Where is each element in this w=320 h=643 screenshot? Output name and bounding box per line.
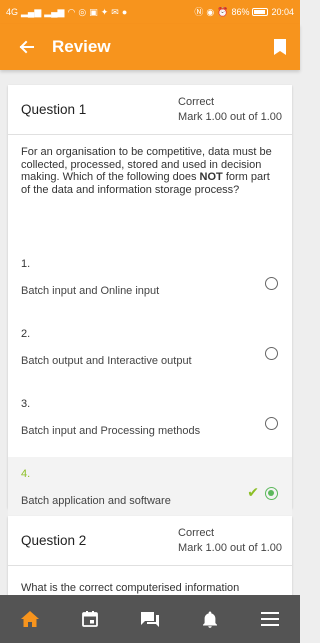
notifications-icon <box>203 611 217 628</box>
messages-icon <box>141 612 159 627</box>
question-text-bold: NOT <box>199 171 223 183</box>
radio-selected-icon[interactable] <box>265 487 278 500</box>
battery-icon <box>252 8 269 16</box>
app-bar: Review <box>0 24 300 70</box>
signal-bars-icon: ▂▄▆ <box>21 6 42 17</box>
signal-bars-2-icon: ▂▄▆ <box>44 6 65 17</box>
answer-number: 3. <box>21 398 31 410</box>
menu-icon <box>261 612 279 626</box>
question-meta: Correct Mark 1.00 out of 1.00 <box>178 95 282 125</box>
answer-number: 4. <box>21 468 31 480</box>
checkmark-icon: ✔ <box>247 484 259 500</box>
nav-menu[interactable] <box>240 595 300 643</box>
eye-icon: ◉ <box>206 6 215 17</box>
page-title: Review <box>52 37 111 56</box>
question-header: Question 1 Correct Mark 1.00 out of 1.00 <box>8 85 292 135</box>
twitter-icon: ✦ <box>100 6 109 17</box>
answer-number: 2. <box>21 328 31 340</box>
answer-label: Batch input and Processing methods <box>21 425 201 437</box>
signal-icon: 4G <box>6 6 19 17</box>
nav-notifications[interactable] <box>180 595 240 643</box>
review-content[interactable]: Question 1 Correct Mark 1.00 out of 1.00… <box>0 70 300 595</box>
back-arrow-icon <box>19 40 34 54</box>
answer-label: Batch output and Interactive output <box>21 355 192 367</box>
question-card-1: Question 1 Correct Mark 1.00 out of 1.00… <box>8 85 292 527</box>
question-meta: Correct Mark 1.00 out of 1.00 <box>178 526 282 556</box>
status-bar: 4G ▂▄▆ ▂▄▆ ◠ ◎ ▣ ✦ ✉ ● Ⓝ ◉ ⏰ 86% 20:04 <box>0 0 300 24</box>
home-icon <box>21 611 39 627</box>
whatsapp-icon: ◎ <box>78 6 87 17</box>
answer-option-1[interactable]: 1. Batch input and Online input <box>8 247 292 317</box>
radio-unselected-icon[interactable] <box>265 277 278 290</box>
answer-option-3[interactable]: 3. Batch input and Processing methods <box>8 387 292 457</box>
answer-label: Batch input and Online input <box>21 285 160 297</box>
nav-calendar[interactable] <box>60 595 120 643</box>
question-title: Question 2 <box>21 533 87 548</box>
question-text: What is the correct computerised informa… <box>21 582 240 594</box>
flame-icon: ● <box>121 6 128 17</box>
answer-number: 1. <box>21 258 31 270</box>
status-left-icons: 4G ▂▄▆ ▂▄▆ ◠ ◎ ▣ ✦ ✉ ● <box>6 6 128 17</box>
radio-unselected-icon[interactable] <box>265 347 278 360</box>
clock: 20:04 <box>271 7 294 17</box>
question-mark: Mark 1.00 out of 1.00 <box>178 110 282 123</box>
question-title: Question 1 <box>21 102 87 117</box>
question-status: Correct <box>178 526 215 539</box>
nav-home[interactable] <box>0 595 60 643</box>
calendar-icon <box>82 611 98 627</box>
bookmark-button[interactable] <box>260 24 300 70</box>
nfc-icon: Ⓝ <box>194 6 204 17</box>
question-header: Question 2 Correct Mark 1.00 out of 1.00 <box>8 516 292 566</box>
question-mark: Mark 1.00 out of 1.00 <box>178 541 282 554</box>
bookmark-icon <box>274 39 286 55</box>
alarm-icon: ⏰ <box>217 6 229 17</box>
answer-list: 1. Batch input and Online input 2. Batch… <box>8 247 292 527</box>
nav-messages[interactable] <box>120 595 180 643</box>
n-app-icon: ▣ <box>89 6 98 17</box>
answer-label: Batch application and software <box>21 495 171 507</box>
mail-icon: ✉ <box>111 6 119 17</box>
back-button[interactable] <box>0 24 52 70</box>
question-card-2: Question 2 Correct Mark 1.00 out of 1.00… <box>8 516 292 595</box>
battery-percent: 86% <box>231 7 250 17</box>
radio-unselected-icon[interactable] <box>265 417 278 430</box>
answer-option-2[interactable]: 2. Batch output and Interactive output <box>8 317 292 387</box>
status-right-icons: Ⓝ ◉ ⏰ 86% 20:04 <box>194 7 294 17</box>
question-status: Correct <box>178 95 215 108</box>
wifi-icon: ◠ <box>67 6 76 17</box>
question-text: For an organisation to be competitive, d… <box>8 135 292 196</box>
bottom-nav <box>0 595 300 643</box>
